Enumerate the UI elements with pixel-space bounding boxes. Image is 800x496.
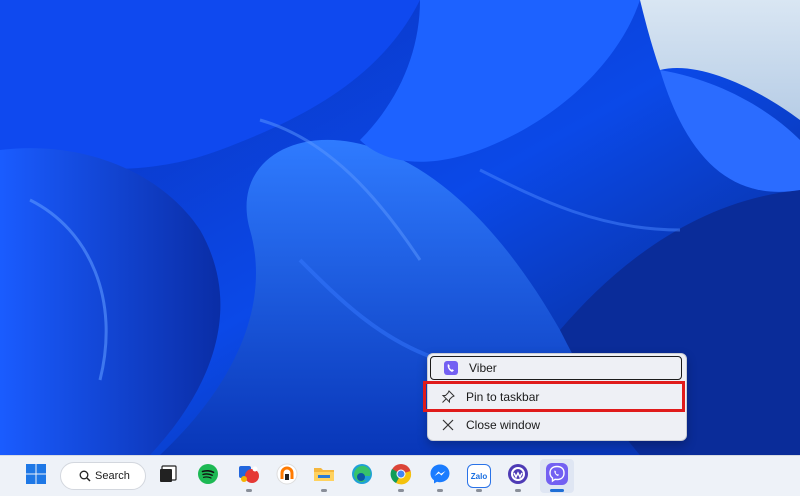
colorful-app-icon bbox=[238, 463, 260, 490]
taskbar-app-edge[interactable] bbox=[345, 459, 379, 493]
running-indicator bbox=[476, 489, 482, 492]
folder-icon bbox=[313, 463, 335, 490]
task-view-icon bbox=[158, 464, 178, 489]
viber-label: Viber bbox=[469, 361, 497, 375]
close-window-item[interactable]: Close window bbox=[428, 412, 686, 438]
active-indicator bbox=[550, 489, 564, 492]
pin-to-taskbar-item[interactable]: Pin to taskbar bbox=[428, 384, 686, 410]
taskbar-app-orange[interactable] bbox=[270, 459, 304, 493]
running-indicator bbox=[515, 489, 521, 492]
running-indicator bbox=[437, 489, 443, 492]
search-icon bbox=[79, 470, 91, 482]
search-label: Search bbox=[95, 470, 130, 482]
context-menu-app-viber[interactable]: Viber bbox=[430, 356, 682, 380]
spotify-icon bbox=[197, 463, 219, 490]
taskbar-app-purple[interactable] bbox=[501, 459, 535, 493]
taskbar-app-chrome[interactable] bbox=[384, 459, 418, 493]
taskbar-app-file-explorer[interactable] bbox=[307, 459, 341, 493]
zalo-icon: Zalo bbox=[467, 464, 491, 488]
taskbar-app-messenger[interactable] bbox=[423, 459, 457, 493]
close-window-label: Close window bbox=[466, 418, 541, 432]
search-box[interactable]: Search bbox=[60, 462, 146, 490]
running-indicator bbox=[321, 489, 327, 492]
task-view-button[interactable] bbox=[151, 459, 185, 493]
taskbar-context-menu: Viber Pin to taskbar Close window bbox=[427, 353, 687, 441]
start-button[interactable] bbox=[19, 459, 53, 493]
pin-icon bbox=[440, 389, 456, 405]
pin-to-taskbar-label: Pin to taskbar bbox=[466, 390, 540, 404]
close-icon bbox=[440, 417, 456, 433]
running-indicator bbox=[246, 489, 252, 492]
windows-logo-icon bbox=[26, 463, 46, 489]
taskbar: Search Zalo bbox=[0, 455, 800, 496]
messenger-icon bbox=[429, 463, 451, 490]
edge-icon bbox=[351, 463, 373, 490]
purple-ring-icon bbox=[507, 463, 529, 490]
viber-icon bbox=[443, 360, 459, 376]
taskbar-app-spotify[interactable] bbox=[191, 459, 225, 493]
running-indicator bbox=[398, 489, 404, 492]
taskbar-app-colorful[interactable] bbox=[232, 459, 266, 493]
orange-ring-icon bbox=[276, 463, 298, 490]
taskbar-app-zalo[interactable]: Zalo bbox=[462, 459, 496, 493]
zalo-icon-text: Zalo bbox=[470, 471, 488, 481]
viber-icon bbox=[545, 462, 569, 491]
taskbar-app-viber[interactable] bbox=[540, 459, 574, 493]
chrome-icon bbox=[390, 463, 412, 490]
